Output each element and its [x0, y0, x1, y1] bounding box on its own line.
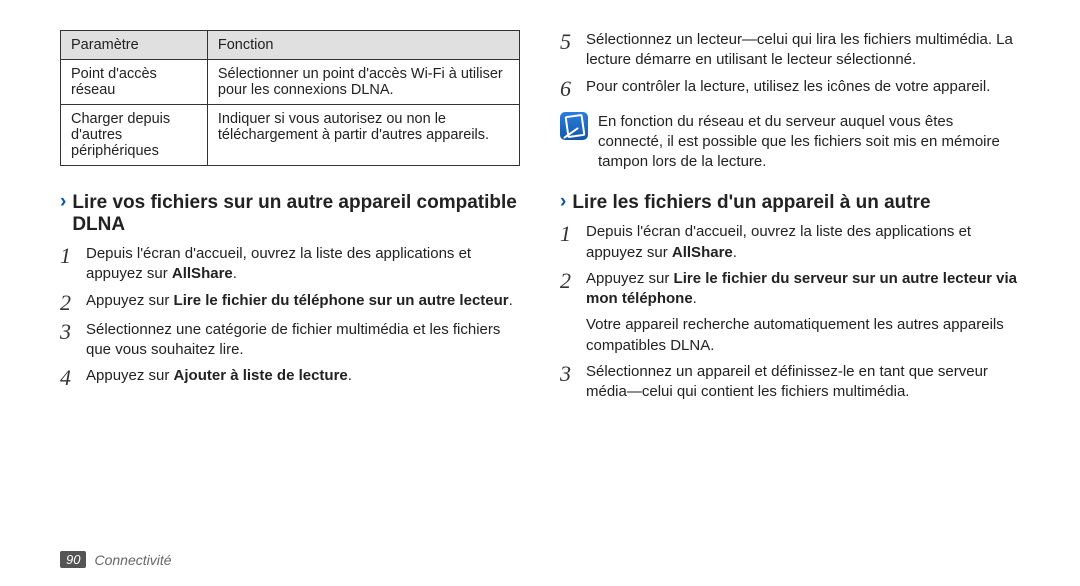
step-item: 3 Sélectionnez un appareil et définissez… [560, 362, 1020, 403]
page-number: 90 [60, 551, 86, 568]
cell-function: Sélectionner un point d'accès Wi-Fi à ut… [207, 60, 519, 105]
section-heading: Lire les fichiers d'un appareil à un aut… [572, 192, 930, 214]
step-text: Votre appareil recherche automatiquement… [586, 315, 1020, 356]
note-text: En fonction du réseau et du serveur auqu… [598, 112, 1020, 173]
right-top-steps: 5 Sélectionnez un lecteur—celui qui lira… [560, 30, 1020, 106]
step-text: Appuyez sur Lire le fichier du téléphone… [86, 291, 520, 311]
page-footer: 90 Connectivité [60, 551, 172, 568]
right-steps: 1 Depuis l'écran d'accueil, ouvrez la li… [560, 222, 1020, 408]
step-item: 2 Appuyez sur Lire le fichier du serveur… [560, 269, 1020, 310]
step-item: 0 Votre appareil recherche automatiqueme… [560, 315, 1020, 356]
table-header-fonction: Fonction [207, 31, 519, 60]
right-column: 5 Sélectionnez un lecteur—celui qui lira… [560, 30, 1020, 530]
step-text: Sélectionnez une catégorie de fichier mu… [86, 320, 520, 361]
table-row: Point d'accès réseau Sélectionner un poi… [61, 60, 520, 105]
settings-table: Paramètre Fonction Point d'accès réseau … [60, 30, 520, 166]
step-number: 2 [60, 291, 86, 314]
step-number: 3 [60, 320, 86, 343]
section-title-left: › Lire vos fichiers sur un autre apparei… [60, 192, 520, 236]
step-item: 1 Depuis l'écran d'accueil, ouvrez la li… [560, 222, 1020, 263]
step-number: 1 [60, 244, 86, 267]
step-text: Sélectionnez un lecteur—celui qui lira l… [586, 30, 1020, 71]
section-title-right: › Lire les fichiers d'un appareil à un a… [560, 192, 1020, 214]
step-item: 1 Depuis l'écran d'accueil, ouvrez la li… [60, 244, 520, 285]
table-header-parametre: Paramètre [61, 31, 208, 60]
step-text: Depuis l'écran d'accueil, ouvrez la list… [86, 244, 520, 285]
step-number: 3 [560, 362, 586, 385]
step-item: 6 Pour contrôler la lecture, utilisez le… [560, 77, 1020, 100]
step-text: Sélectionnez un appareil et définissez-l… [586, 362, 1020, 403]
step-number: 4 [60, 366, 86, 389]
step-item: 2 Appuyez sur Lire le fichier du télépho… [60, 291, 520, 314]
step-number: 5 [560, 30, 586, 53]
step-number: 6 [560, 77, 586, 100]
step-text: Appuyez sur Lire le fichier du serveur s… [586, 269, 1020, 310]
footer-section: Connectivité [94, 552, 171, 568]
step-text: Pour contrôler la lecture, utilisez les … [586, 77, 1020, 97]
note-icon [560, 112, 588, 140]
step-text: Appuyez sur Ajouter à liste de lecture. [86, 366, 520, 386]
cell-param: Point d'accès réseau [61, 60, 208, 105]
step-item: 4 Appuyez sur Ajouter à liste de lecture… [60, 366, 520, 389]
step-number: 1 [560, 222, 586, 245]
left-column: Paramètre Fonction Point d'accès réseau … [60, 30, 520, 530]
step-text: Depuis l'écran d'accueil, ouvrez la list… [586, 222, 1020, 263]
note-block: En fonction du réseau et du serveur auqu… [560, 112, 1020, 173]
cell-function: Indiquer si vous autorisez ou non le tél… [207, 105, 519, 166]
section-heading: Lire vos fichiers sur un autre appareil … [72, 192, 520, 236]
chevron-icon: › [560, 192, 566, 213]
step-item: 5 Sélectionnez un lecteur—celui qui lira… [560, 30, 1020, 71]
table-row: Charger depuis d'autres périphériques In… [61, 105, 520, 166]
step-number: 2 [560, 269, 586, 292]
chevron-icon: › [60, 192, 66, 213]
left-steps: 1 Depuis l'écran d'accueil, ouvrez la li… [60, 244, 520, 395]
cell-param: Charger depuis d'autres périphériques [61, 105, 208, 166]
step-item: 3 Sélectionnez une catégorie de fichier … [60, 320, 520, 361]
